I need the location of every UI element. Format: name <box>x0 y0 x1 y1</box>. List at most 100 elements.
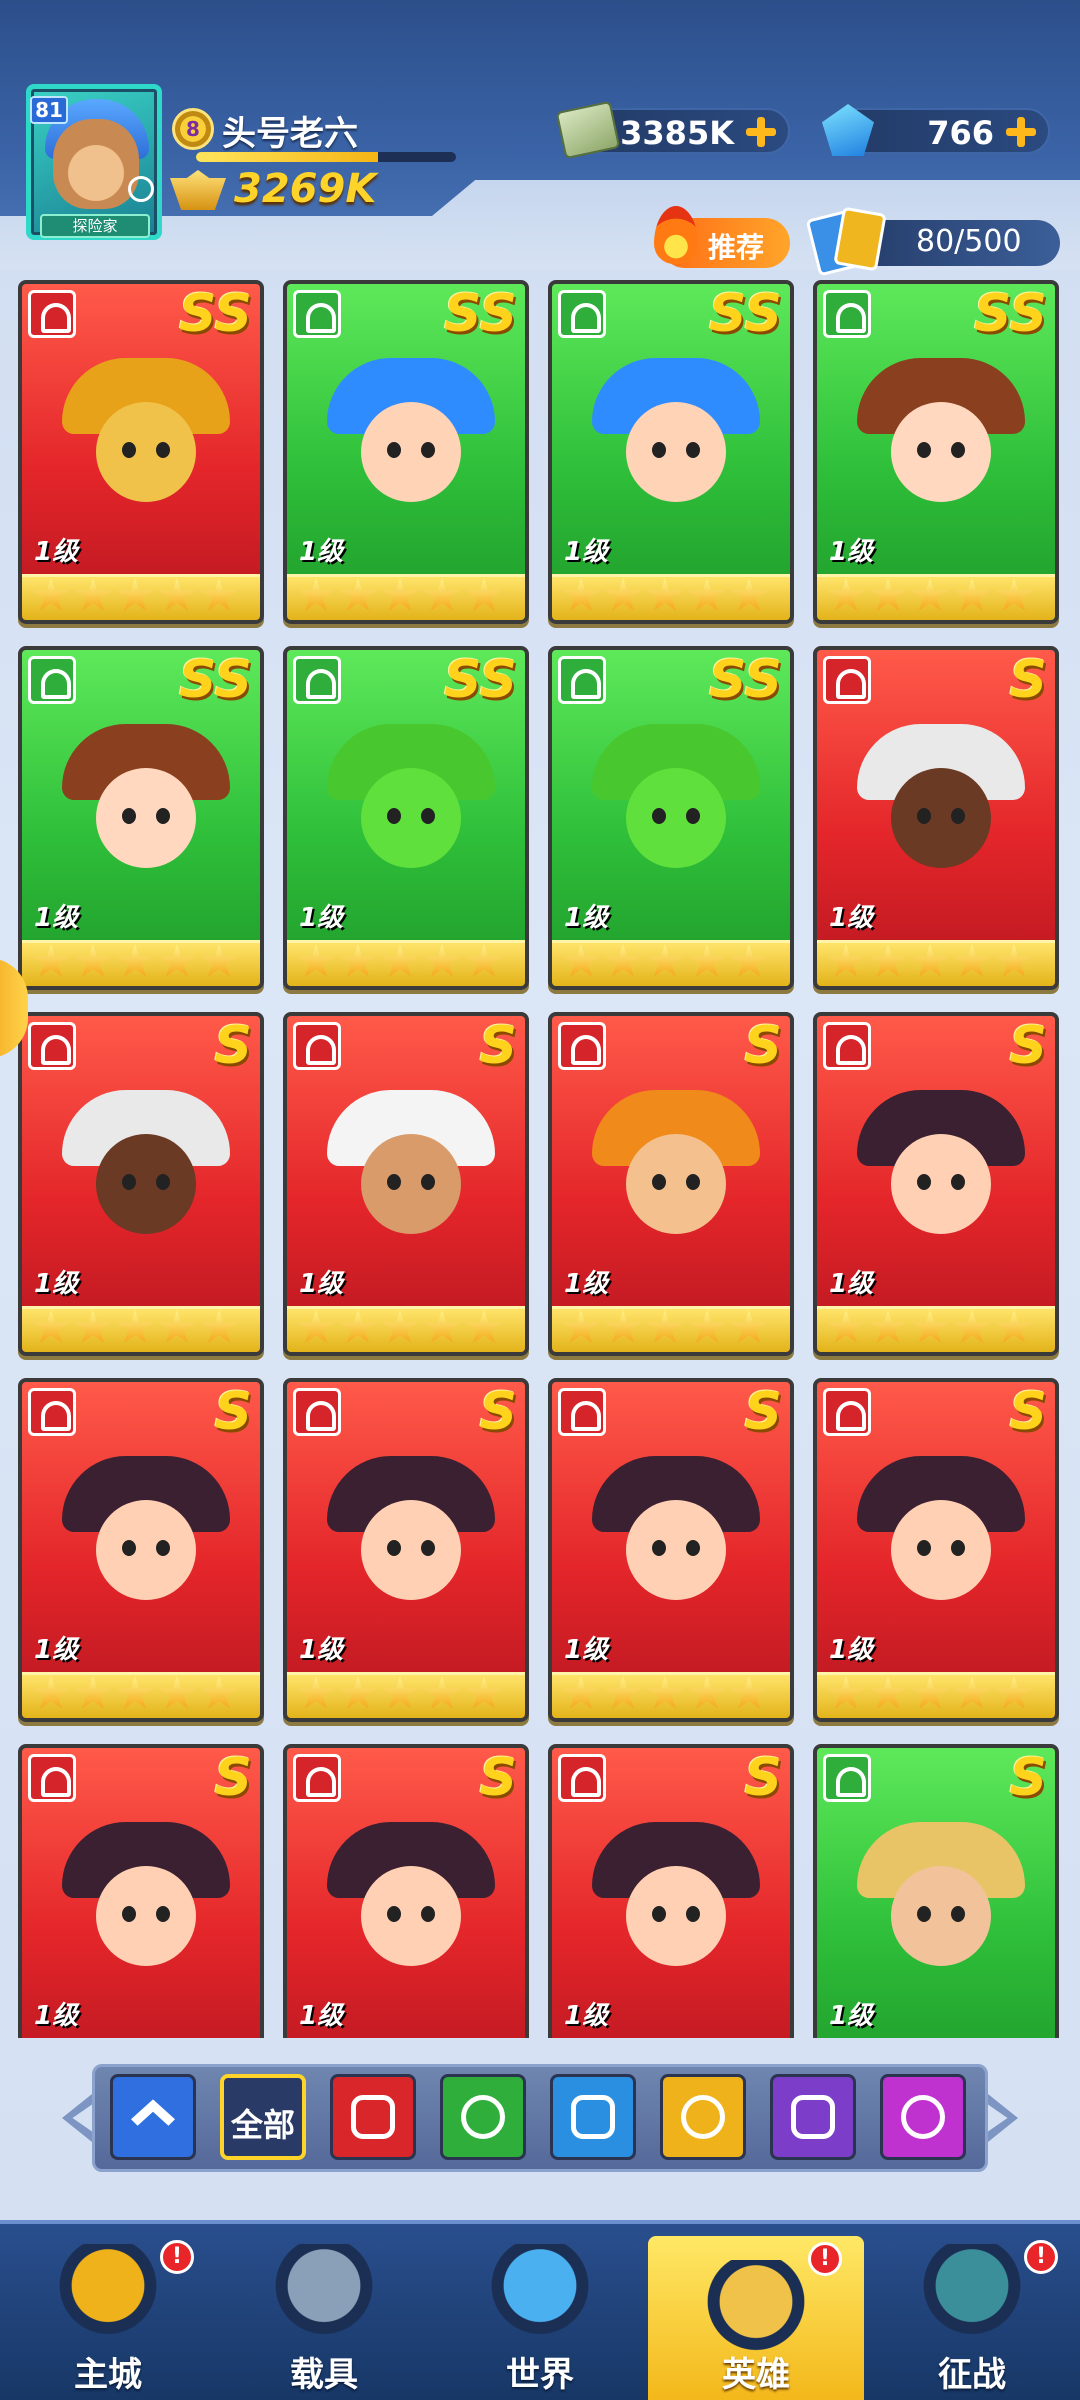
star-icon <box>32 1310 70 1343</box>
rank-badge: S <box>479 1382 517 1442</box>
hero-card[interactable]: SS 1级 <box>18 646 264 990</box>
hero-card[interactable]: S 1级 <box>18 1012 264 1356</box>
hero-card[interactable]: S 1级 <box>813 646 1059 990</box>
rank-badge: S <box>214 1382 252 1442</box>
nav-vehicle[interactable]: 载具 <box>216 2220 432 2400</box>
filter-scroll-right-icon[interactable] <box>988 2094 1018 2142</box>
star-icon <box>827 1310 865 1343</box>
rank-badge: SS <box>443 650 517 710</box>
hero-card-capacity[interactable]: 80/500 <box>805 206 1060 277</box>
nav-globe[interactable]: 世界 <box>432 2220 648 2400</box>
filter-faction-blue[interactable] <box>550 2074 636 2160</box>
filter-chevron-up[interactable] <box>110 2074 196 2160</box>
hero-card[interactable]: S 1级 <box>18 1378 264 1722</box>
faction-green-icon <box>293 656 341 704</box>
star-rating <box>827 1676 1033 1712</box>
star-icon <box>465 944 503 977</box>
nav-label: 世界 <box>506 2355 574 2395</box>
nav-label: 载具 <box>290 2355 358 2395</box>
star-icon <box>381 1310 419 1343</box>
hero-card[interactable]: S 1级 <box>548 1744 794 2038</box>
hero-level: 1级 <box>299 1269 344 1299</box>
filter-faction-purple[interactable] <box>770 2074 856 2160</box>
star-icon <box>465 578 503 611</box>
star-icon <box>995 1310 1033 1343</box>
star-icon <box>646 944 684 977</box>
desert-sheikh-icon <box>311 1074 511 1270</box>
faction-green-icon <box>823 1754 871 1802</box>
brute-mohawk-icon <box>46 1074 246 1270</box>
globe-icon <box>490 2244 590 2348</box>
hero-card[interactable]: S 1级 <box>283 1744 529 2038</box>
hero-card[interactable]: SS 1级 <box>18 280 264 624</box>
red-hair-witch-icon <box>311 1806 511 2002</box>
mech-hero-icon <box>46 342 246 538</box>
rank-badge: SS <box>443 284 517 344</box>
hero-card[interactable]: SS 1级 <box>813 280 1059 624</box>
hero-card[interactable]: S 1级 <box>813 1012 1059 1356</box>
hero-card[interactable]: S 1级 <box>548 1378 794 1722</box>
star-icon <box>562 1676 600 1709</box>
nav-castle[interactable]: 主城! <box>0 2220 216 2400</box>
filter-scroll-left-icon[interactable] <box>62 2094 92 2142</box>
star-icon <box>465 1310 503 1343</box>
star-icon <box>158 944 196 977</box>
star-icon <box>562 578 600 611</box>
faction-red-icon <box>28 1754 76 1802</box>
star-icon <box>423 1676 461 1709</box>
filter-faction-red[interactable] <box>330 2074 416 2160</box>
star-icon <box>953 1310 991 1343</box>
star-icon <box>423 578 461 611</box>
hero-level: 1级 <box>829 903 874 933</box>
blond-commando-icon <box>841 1806 1041 2002</box>
hero-level: 1级 <box>564 1635 609 1665</box>
nav-radar[interactable]: 征战! <box>864 2220 1080 2400</box>
hero-card[interactable]: S 1级 <box>283 1012 529 1356</box>
add-cash-plus-icon[interactable] <box>744 115 778 149</box>
recommend-button[interactable]: 推荐 <box>654 206 790 268</box>
nav-label: 英雄 <box>722 2355 790 2395</box>
hero-card[interactable]: S 1级 <box>18 1744 264 2038</box>
filter-faction-gold[interactable] <box>660 2074 746 2160</box>
hero-level: 1级 <box>299 2001 344 2031</box>
faction-green-icon <box>28 656 76 704</box>
hero-card[interactable]: S 1级 <box>283 1378 529 1722</box>
hero-card[interactable]: SS 1级 <box>283 280 529 624</box>
card-stack-icon <box>805 206 892 277</box>
star-icon <box>116 944 154 977</box>
star-icon <box>297 1676 335 1709</box>
star-icon <box>730 1310 768 1343</box>
hero-level: 1级 <box>299 537 344 567</box>
hero-card[interactable]: SS 1级 <box>283 646 529 990</box>
cash-icon <box>555 100 621 160</box>
add-gem-plus-icon[interactable] <box>1004 115 1038 149</box>
blue-hair-gunner-icon <box>311 342 511 538</box>
green-slime-icon <box>576 708 776 904</box>
nav-label: 征战 <box>938 2355 1006 2395</box>
hero-card[interactable]: S 1级 <box>548 1012 794 1356</box>
alert-badge-icon: ! <box>808 2242 842 2276</box>
star-rating <box>32 578 238 614</box>
hero-level: 1级 <box>34 1635 79 1665</box>
hero-level: 1级 <box>829 2001 874 2031</box>
hero-card[interactable]: S 1级 <box>813 1744 1059 2038</box>
star-icon <box>74 1676 112 1709</box>
faction-purple-icon <box>791 2095 835 2139</box>
hero-card[interactable]: SS 1级 <box>548 280 794 624</box>
star-rating <box>297 1676 503 1712</box>
hero-card[interactable]: S 1级 <box>813 1378 1059 1722</box>
brute-mohawk-icon <box>841 708 1041 904</box>
faction-red-icon <box>351 2095 395 2139</box>
faction-red-icon <box>823 656 871 704</box>
nav-hero[interactable]: 英雄! <box>648 2236 864 2400</box>
filter-faction-pink[interactable] <box>880 2074 966 2160</box>
star-icon <box>74 944 112 977</box>
star-icon <box>646 1310 684 1343</box>
filter-all-filter[interactable]: 全部 <box>220 2074 306 2160</box>
rank-badge: SS <box>708 650 782 710</box>
star-icon <box>911 1310 949 1343</box>
filter-faction-green[interactable] <box>440 2074 526 2160</box>
hero-level: 1级 <box>564 2001 609 2031</box>
vip-badge[interactable]: 8 <box>172 108 214 150</box>
hero-card[interactable]: SS 1级 <box>548 646 794 990</box>
